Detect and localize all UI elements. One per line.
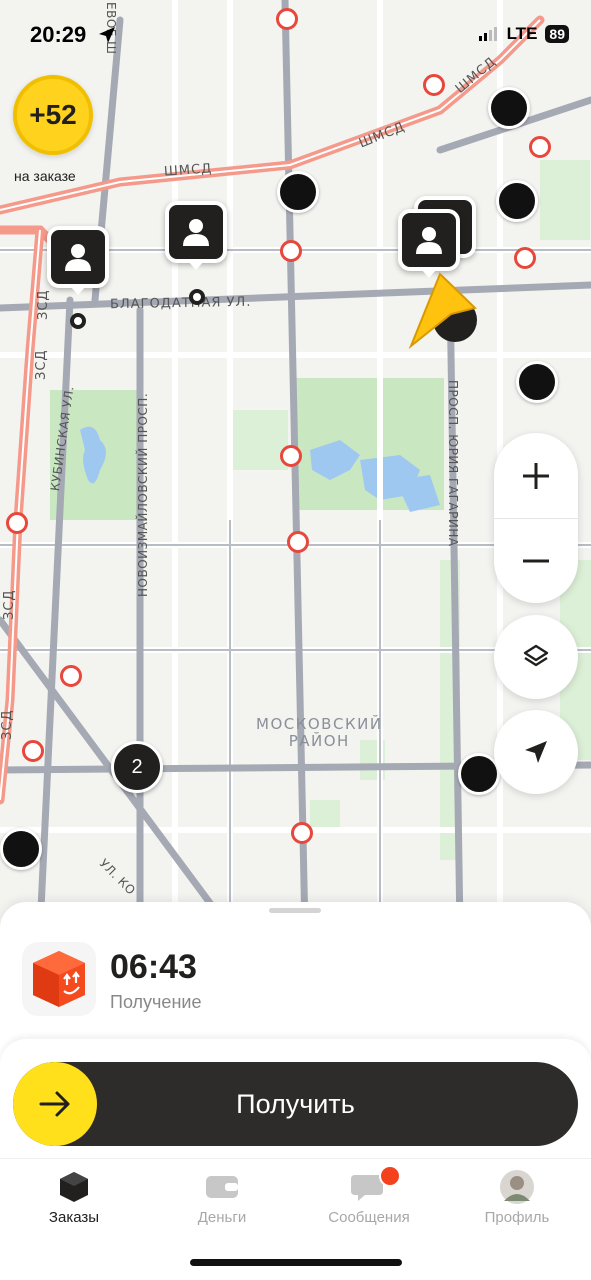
tab-money[interactable]: Деньги xyxy=(162,1169,282,1226)
speed-camera-icon[interactable] xyxy=(280,240,302,262)
road-label-blagodatnaya: БЛАГОДАТНАЯ УЛ. xyxy=(109,294,252,313)
layers-icon xyxy=(523,644,549,667)
bonus-badge[interactable]: +52 xyxy=(13,75,93,155)
sheet-drag-handle[interactable] xyxy=(269,908,321,913)
road-label-zsd: ЗСД xyxy=(2,589,17,620)
map-view[interactable]: ШМСД ШМСД ШМСД БЛАГОДАТНАЯ УЛ. КУБИНСКАЯ… xyxy=(0,0,591,930)
fuel-station-icon[interactable] xyxy=(516,361,558,403)
speed-camera-icon[interactable] xyxy=(514,247,536,269)
bonus-label: на заказе xyxy=(14,168,76,184)
plus-icon xyxy=(523,462,549,489)
speed-camera-icon[interactable] xyxy=(60,665,82,687)
fuel-station-icon[interactable] xyxy=(277,171,319,213)
avatar-icon xyxy=(500,1170,534,1204)
battery-indicator: 89 xyxy=(545,25,569,43)
home-indicator xyxy=(190,1259,402,1266)
speed-camera-icon[interactable] xyxy=(280,445,302,467)
slider-label: Получить xyxy=(236,1089,355,1119)
road-label-gagarina: ПРОСП. ЮРИЯ ГАГАРИНА xyxy=(446,380,460,547)
arrow-right-icon xyxy=(39,1091,70,1117)
map-cluster-badge[interactable]: 2 xyxy=(111,741,163,793)
district-label: МОСКОВСКИЙ РАЙОН xyxy=(256,715,383,750)
order-pin-icon[interactable] xyxy=(47,226,109,288)
tab-orders[interactable]: Заказы xyxy=(14,1169,134,1226)
tab-money-label: Деньги xyxy=(197,1209,247,1226)
order-summary[interactable]: 06:43 Получение xyxy=(22,942,201,1016)
pin-location-dot xyxy=(70,313,86,329)
receive-slider[interactable]: Получить xyxy=(13,1062,578,1146)
tab-profile[interactable]: Профиль xyxy=(457,1169,577,1226)
fuel-station-icon[interactable] xyxy=(488,87,530,129)
road-label-zsd: ЗСД xyxy=(0,709,15,740)
current-location-arrow-icon xyxy=(408,272,477,350)
road-label-zsd: ЗСД xyxy=(34,349,49,380)
zoom-control xyxy=(494,433,578,603)
package-icon xyxy=(22,942,96,1016)
fuel-station-icon[interactable] xyxy=(0,828,42,870)
tab-profile-label: Профиль xyxy=(484,1209,550,1226)
status-time: 20:29 xyxy=(30,22,87,47)
signal-icon xyxy=(478,27,497,41)
speed-camera-icon[interactable] xyxy=(22,740,44,762)
tab-orders-label: Заказы xyxy=(48,1209,100,1226)
layers-button[interactable] xyxy=(494,615,578,699)
slider-knob[interactable] xyxy=(13,1062,97,1146)
unread-dot xyxy=(379,1165,401,1187)
speed-camera-icon[interactable] xyxy=(423,74,445,96)
speed-camera-icon[interactable] xyxy=(276,8,298,30)
orders-box-icon xyxy=(60,1172,88,1202)
fuel-station-icon[interactable] xyxy=(496,180,538,222)
minus-icon xyxy=(523,559,549,562)
speed-camera-icon[interactable] xyxy=(291,822,313,844)
zoom-out-button[interactable] xyxy=(494,518,578,603)
speed-camera-icon[interactable] xyxy=(287,531,309,553)
location-services-icon xyxy=(99,27,115,43)
speed-camera-icon[interactable] xyxy=(6,512,28,534)
my-location-button[interactable] xyxy=(494,710,578,794)
order-status: Получение xyxy=(110,992,202,1012)
network-type: LTE xyxy=(506,24,538,43)
order-pin-icon[interactable] xyxy=(165,201,227,263)
road-label-novoizmailovsky: НОВОИЗМАЙЛОВСКИЙ ПРОСП. xyxy=(136,392,150,597)
zoom-in-button[interactable] xyxy=(494,433,578,518)
navigation-arrow-icon xyxy=(525,741,547,763)
speed-camera-icon[interactable] xyxy=(529,136,551,158)
pin-location-dot xyxy=(189,289,205,305)
road-label-zsd: ЗСД xyxy=(36,289,51,320)
order-timer: 06:43 xyxy=(110,948,197,986)
wallet-icon xyxy=(206,1176,238,1198)
tab-messages-label: Сообщения xyxy=(328,1209,410,1226)
order-pin-icon[interactable] xyxy=(398,209,460,271)
tab-messages[interactable]: Сообщения xyxy=(309,1165,429,1226)
